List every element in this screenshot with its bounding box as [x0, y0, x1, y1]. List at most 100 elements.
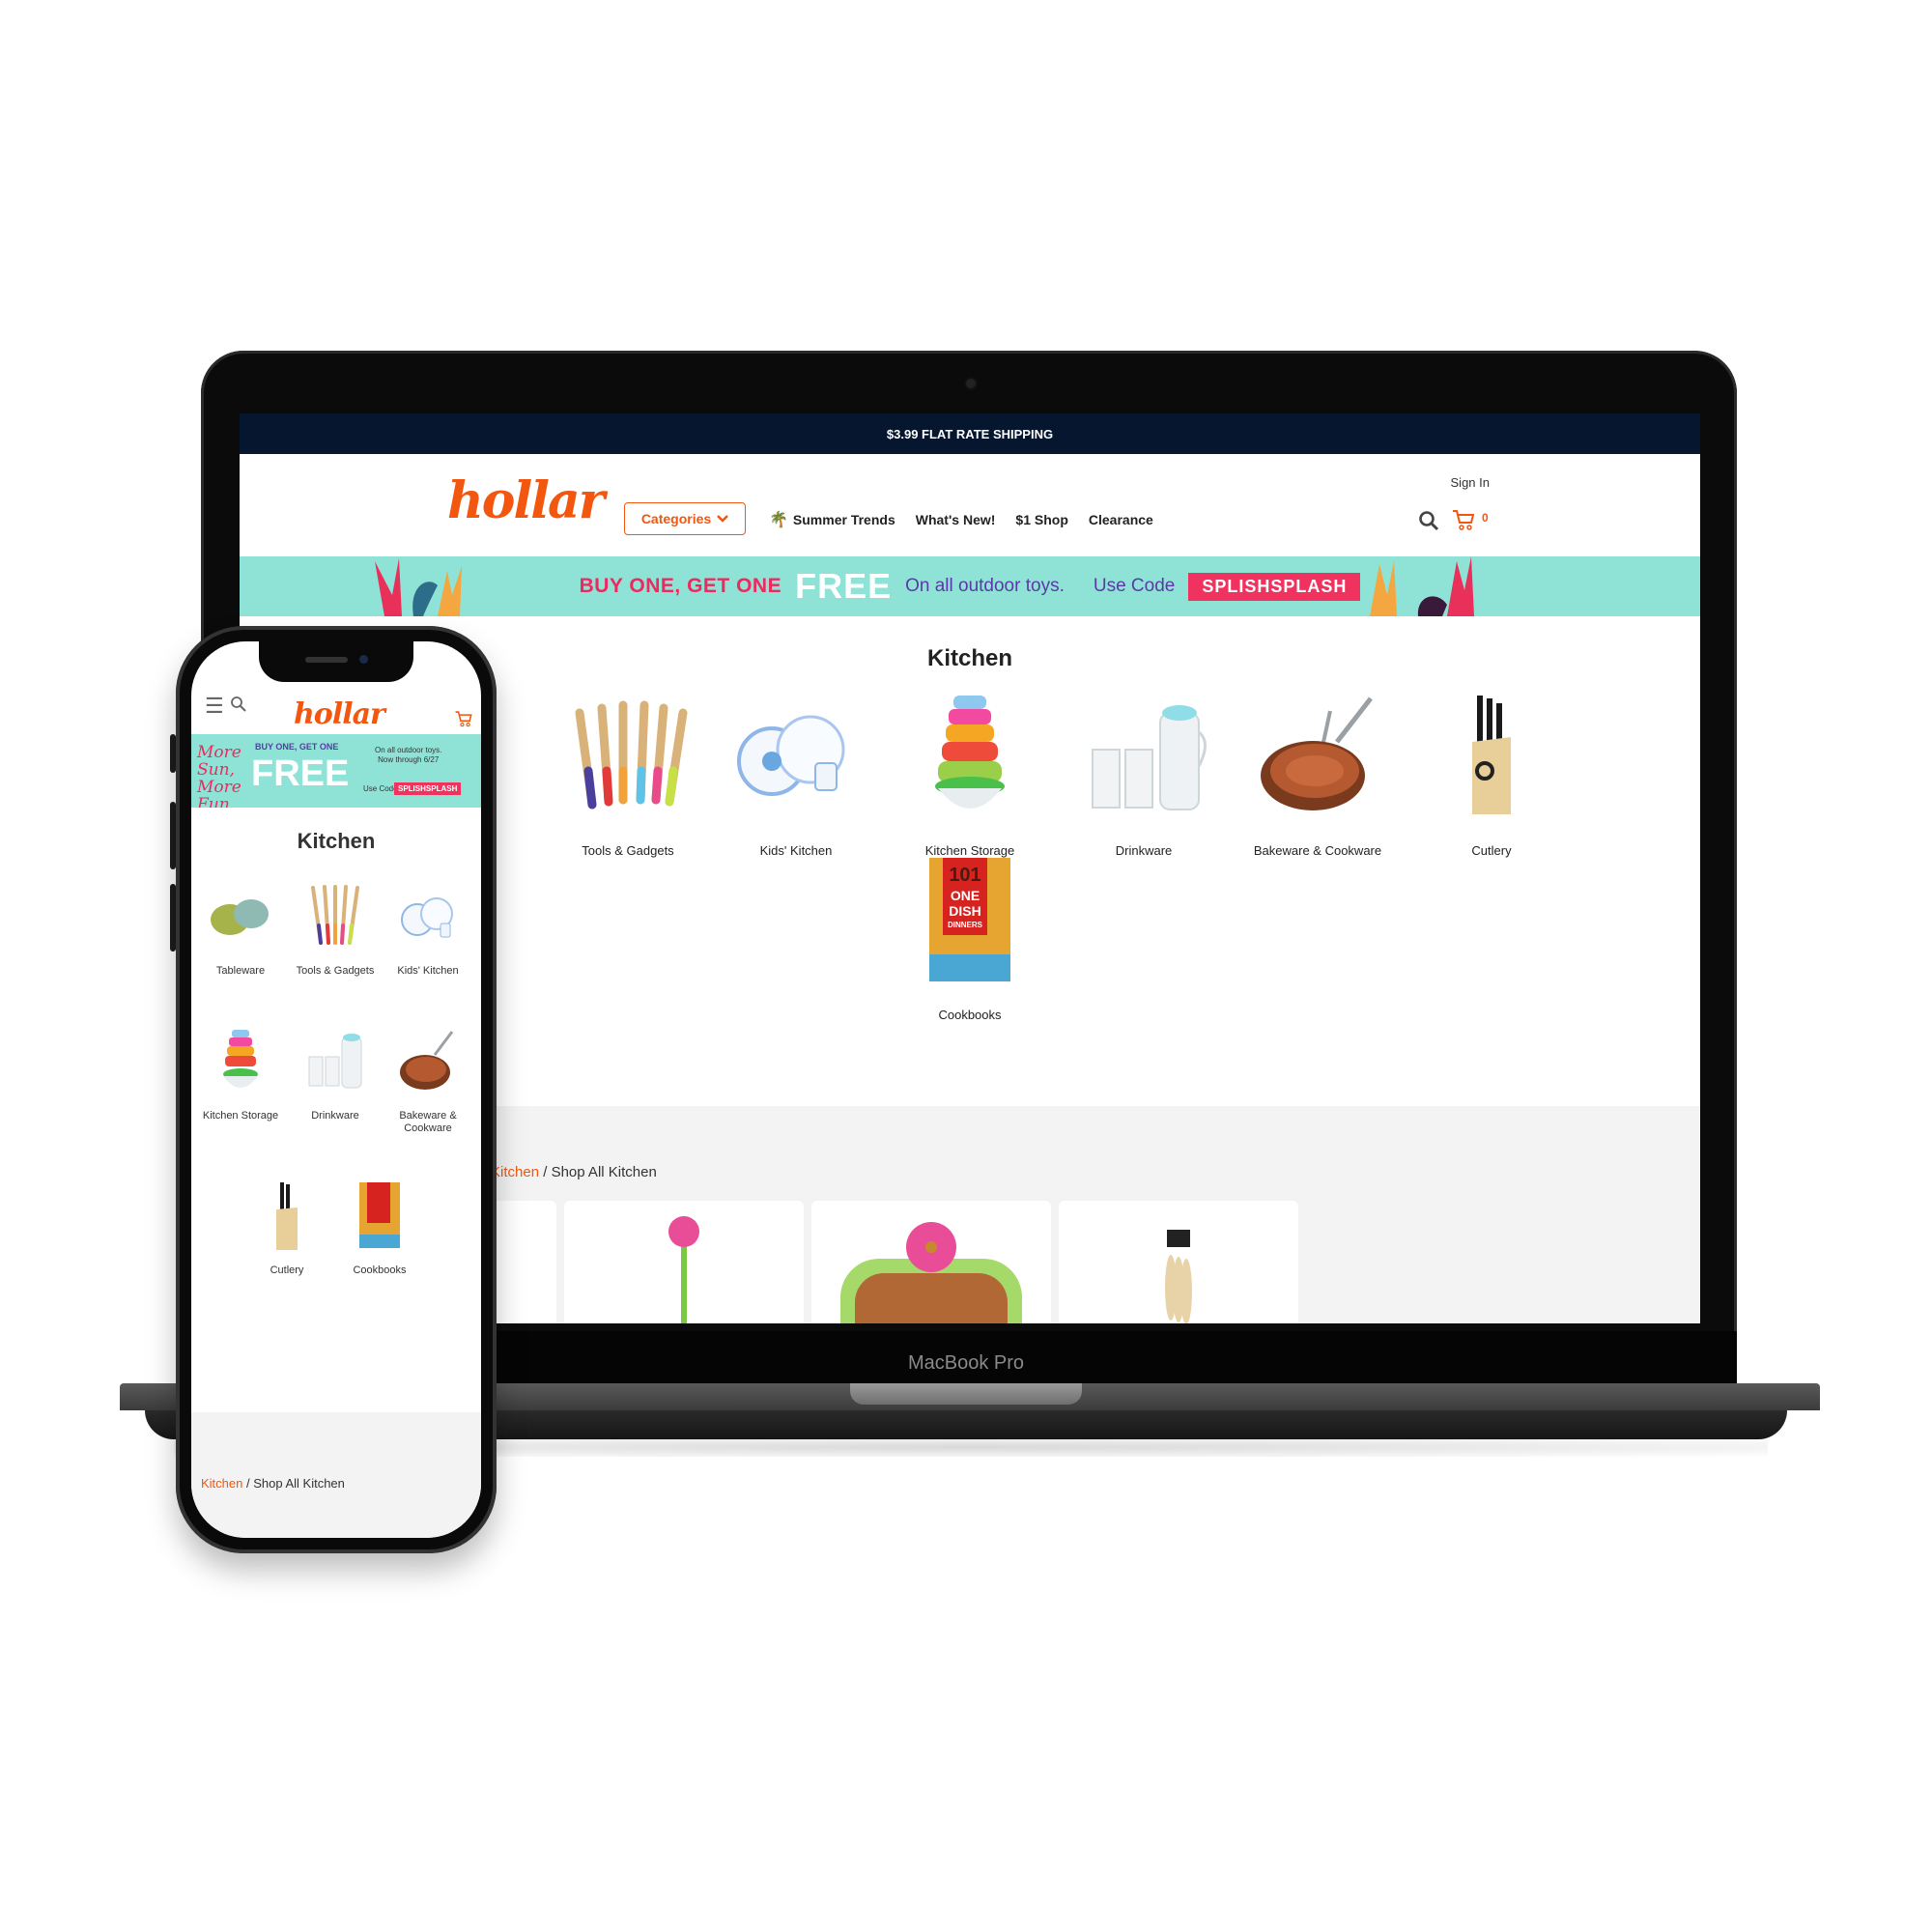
laptop-hinge-notch — [850, 1383, 1082, 1405]
category-cutlery[interactable]: Cutlery — [243, 1182, 330, 1277]
category-image — [1472, 696, 1511, 814]
cart-icon[interactable] — [454, 709, 473, 728]
tropical-plant-icon — [1370, 556, 1474, 616]
categories-label: Categories — [640, 511, 712, 526]
search-icon[interactable] — [1418, 510, 1439, 531]
product-card[interactable] — [811, 1201, 1051, 1323]
category-image — [737, 715, 845, 796]
breadcrumb-separator: / — [242, 1476, 254, 1491]
promo-headline: BUY ONE, GET ONE — [579, 575, 782, 597]
category-image — [223, 1030, 258, 1088]
page-title: Kitchen — [297, 829, 376, 853]
category-label: Drinkware — [1115, 843, 1173, 858]
nav-label: $1 Shop — [1015, 512, 1068, 527]
phone-frame: ☰ hollar More Sun, More Fun BUY ONE, GET… — [176, 626, 497, 1553]
category-kids-kitchen[interactable]: Kids' Kitchen — [384, 883, 471, 978]
mobile-screen: ☰ hollar More Sun, More Fun BUY ONE, GET… — [191, 641, 481, 1538]
promo-banner[interactable]: BUY ONE, GET ONE FREE On all outdoor toy… — [240, 556, 1700, 616]
category-cookbooks[interactable]: Cookbooks — [336, 1182, 423, 1277]
category-kitchen-storage[interactable]: Kitchen Storage — [197, 1028, 284, 1122]
phone-speaker — [305, 657, 348, 663]
nav-label: Clearance — [1088, 512, 1153, 527]
category-image — [359, 1182, 400, 1248]
category-tools-gadgets[interactable]: Tools & Gadgets — [541, 694, 715, 858]
category-label: Cutlery — [270, 1264, 304, 1276]
product-card[interactable] — [564, 1201, 804, 1323]
nav-label: What's New! — [915, 512, 996, 527]
sign-in-link[interactable]: Sign In — [1451, 475, 1490, 490]
category-label: Kids' Kitchen — [397, 965, 459, 977]
category-label: Kids' Kitchen — [759, 843, 833, 858]
category-image — [935, 696, 1005, 809]
breadcrumb-current: Shop All Kitchen — [551, 1164, 657, 1180]
category-drinkware[interactable]: Drinkware — [292, 1028, 379, 1122]
category-image: 101 ONEDISH DINNERS — [929, 858, 1010, 981]
category-image — [575, 700, 688, 810]
phone-camera — [359, 655, 368, 664]
category-bakeware-cookware[interactable]: Bakeware & Cookware — [1231, 694, 1405, 858]
palm-tree-icon: 🌴 — [769, 512, 788, 528]
mobile-header: ☰ hollar — [191, 684, 481, 732]
product-card[interactable] — [1059, 1201, 1298, 1323]
hamburger-menu-icon[interactable]: ☰ — [205, 694, 224, 719]
promo-headline: BUY ONE, GET ONE — [255, 742, 339, 752]
breadcrumb-current: Shop All Kitchen — [253, 1476, 345, 1491]
breadcrumb-link-kitchen[interactable]: Kitchen — [491, 1164, 539, 1180]
category-image — [400, 1031, 454, 1090]
breadcrumb-link-kitchen[interactable]: Kitchen — [201, 1476, 242, 1491]
category-cookbooks[interactable]: 101 ONE DISH DINNERS Cookbooks — [883, 858, 1057, 1022]
product-image — [1165, 1230, 1192, 1323]
search-icon[interactable] — [230, 696, 247, 713]
nav-clearance[interactable]: Clearance — [1089, 512, 1153, 527]
promo-code-badge: SPLISHSPLASH — [394, 782, 462, 795]
site-header: hollar Categories 🌴 Summer Trends What's… — [240, 454, 1700, 556]
category-label: Kitchen Storage — [924, 843, 1015, 858]
hollar-logo[interactable]: hollar — [447, 471, 605, 530]
category-drinkware[interactable]: Drinkware — [1057, 694, 1231, 858]
promo-use-code: Use Code — [1093, 576, 1176, 596]
webcam — [966, 379, 976, 388]
category-image — [308, 1034, 362, 1089]
category-label: Cookbooks — [353, 1264, 407, 1276]
category-label: Tools & Gadgets — [296, 965, 375, 977]
mobile-shop-all-section: Kitchen / Shop All Kitchen — [191, 1412, 481, 1538]
category-tools-gadgets[interactable]: Tools & Gadgets — [292, 883, 379, 978]
promo-free: FREE — [251, 753, 350, 794]
promo-free: FREE — [795, 566, 893, 606]
breadcrumb: Kitchen / Shop All Kitchen — [491, 1164, 657, 1180]
nav-dollar-shop[interactable]: $1 Shop — [1015, 512, 1067, 527]
category-image — [1092, 705, 1207, 810]
cart-icon[interactable] — [1451, 507, 1476, 532]
product-image — [840, 1222, 1022, 1323]
product-image — [668, 1216, 699, 1323]
nav-label: Summer Trends — [792, 512, 895, 527]
category-cutlery[interactable]: Cutlery — [1405, 694, 1578, 858]
category-kitchen-storage[interactable]: Kitchen Storage — [883, 694, 1057, 858]
promo-script: More Sun, More Fun — [197, 743, 242, 808]
category-tableware[interactable]: Tableware — [197, 883, 284, 978]
category-bakeware-cookware[interactable]: Bakeware & Cookware — [384, 1028, 471, 1135]
svg-text:DINNERS: DINNERS — [948, 921, 983, 929]
breadcrumb-separator: / — [539, 1164, 552, 1180]
category-label: Cookbooks — [938, 1008, 1002, 1022]
hollar-logo[interactable]: hollar — [294, 697, 385, 731]
promo-code-badge: SPLISHSPLASH — [1188, 572, 1361, 601]
category-image — [211, 899, 269, 935]
tropical-plant-icon — [375, 558, 462, 616]
shipping-banner[interactable]: $3.99 FLAT RATE SHIPPING — [240, 413, 1700, 454]
category-kids-kitchen[interactable]: Kids' Kitchen — [709, 694, 883, 858]
promo-detail: On all outdoor toys. — [905, 576, 1065, 596]
cart-count: 0 — [1482, 511, 1489, 525]
main-nav: 🌴 Summer Trends What's New! $1 Shop Clea… — [769, 510, 1153, 529]
category-label: Bakeware & Cookware — [399, 1110, 457, 1134]
category-label: Tableware — [215, 965, 266, 977]
nav-whats-new[interactable]: What's New! — [916, 512, 996, 527]
mobile-promo-banner[interactable]: More Sun, More Fun BUY ONE, GET ONE FREE… — [191, 734, 481, 808]
category-label: Bakeware & Cookware — [1253, 843, 1382, 858]
promo-use-code: Use Code — [363, 784, 398, 793]
categories-button[interactable]: Categories — [624, 502, 746, 535]
nav-summer-trends[interactable]: 🌴 Summer Trends — [769, 510, 895, 529]
svg-text:101: 101 — [949, 865, 980, 886]
category-label: Cutlery — [1471, 843, 1512, 858]
category-label: Tools & Gadgets — [582, 843, 674, 858]
